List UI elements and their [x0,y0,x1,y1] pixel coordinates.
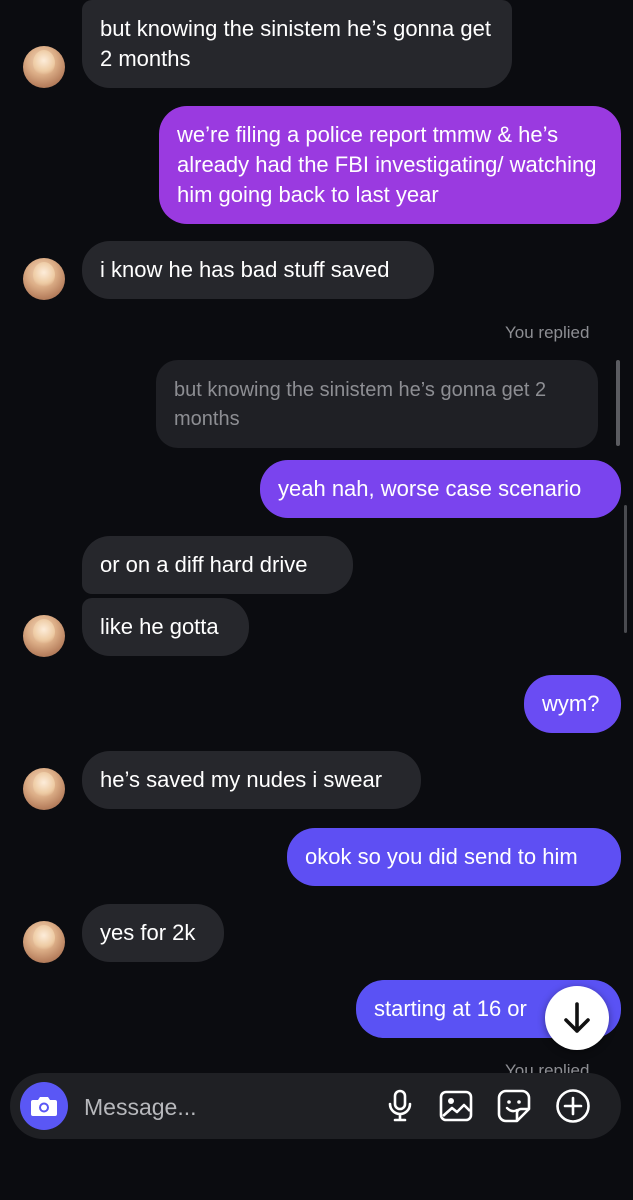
contact-avatar[interactable] [23,615,65,657]
gallery-button[interactable] [438,1088,474,1124]
message-text: wym? [542,691,600,716]
more-options-button[interactable] [555,1088,591,1124]
contact-avatar[interactable] [23,258,65,300]
sticker-button[interactable] [496,1088,532,1124]
voice-message-button[interactable] [382,1088,418,1124]
camera-icon [31,1097,57,1116]
message-text: okok so you did send to him [305,844,578,869]
incoming-message[interactable]: like he gotta [82,598,249,656]
message-text: like he gotta [100,614,219,639]
camera-button[interactable] [20,1082,68,1130]
sticker-icon [497,1089,531,1123]
incoming-message[interactable]: but knowing the sinistem he’s gonna get … [82,0,512,88]
microphone-icon [388,1089,412,1122]
you-replied-label: You replied [505,323,590,342]
incoming-message[interactable]: or on a diff hard drive [82,536,353,594]
incoming-message[interactable]: i know he has bad stuff saved [82,241,434,299]
message-text: yes for 2k [100,920,196,945]
contact-avatar[interactable] [23,46,65,88]
contact-avatar[interactable] [23,921,65,963]
message-text: we’re filing a police report tmmw & he’s… [177,122,597,207]
outgoing-message[interactable]: wym? [524,675,621,733]
outgoing-message[interactable]: yeah nah, worse case scenario [260,460,621,518]
reply-indicator-bar [616,360,620,446]
message-text: yeah nah, worse case scenario [278,476,582,501]
scroll-to-bottom-button[interactable] [545,986,609,1050]
message-text: starting at 16 or [374,996,527,1021]
message-composer [10,1073,621,1139]
outgoing-message[interactable]: okok so you did send to him [287,828,621,886]
image-icon [439,1090,473,1122]
quoted-message[interactable]: but knowing the sinistem he’s gonna get … [156,360,598,448]
plus-circle-icon [556,1089,590,1123]
arrow-down-icon [564,1002,590,1033]
quoted-text: but knowing the sinistem he’s gonna get … [174,379,547,430]
message-text: he’s saved my nudes i swear [100,767,383,792]
contact-avatar[interactable] [23,768,65,810]
incoming-message[interactable]: he’s saved my nudes i swear [82,751,421,809]
message-input[interactable] [82,1089,356,1125]
message-text: or on a diff hard drive [100,552,308,577]
incoming-message[interactable]: yes for 2k [82,904,224,962]
message-text: i know he has bad stuff saved [100,257,390,282]
outgoing-message[interactable]: we’re filing a police report tmmw & he’s… [159,106,621,224]
scrollbar-thumb[interactable] [624,505,627,633]
message-text: but knowing the sinistem he’s gonna get … [100,16,491,71]
